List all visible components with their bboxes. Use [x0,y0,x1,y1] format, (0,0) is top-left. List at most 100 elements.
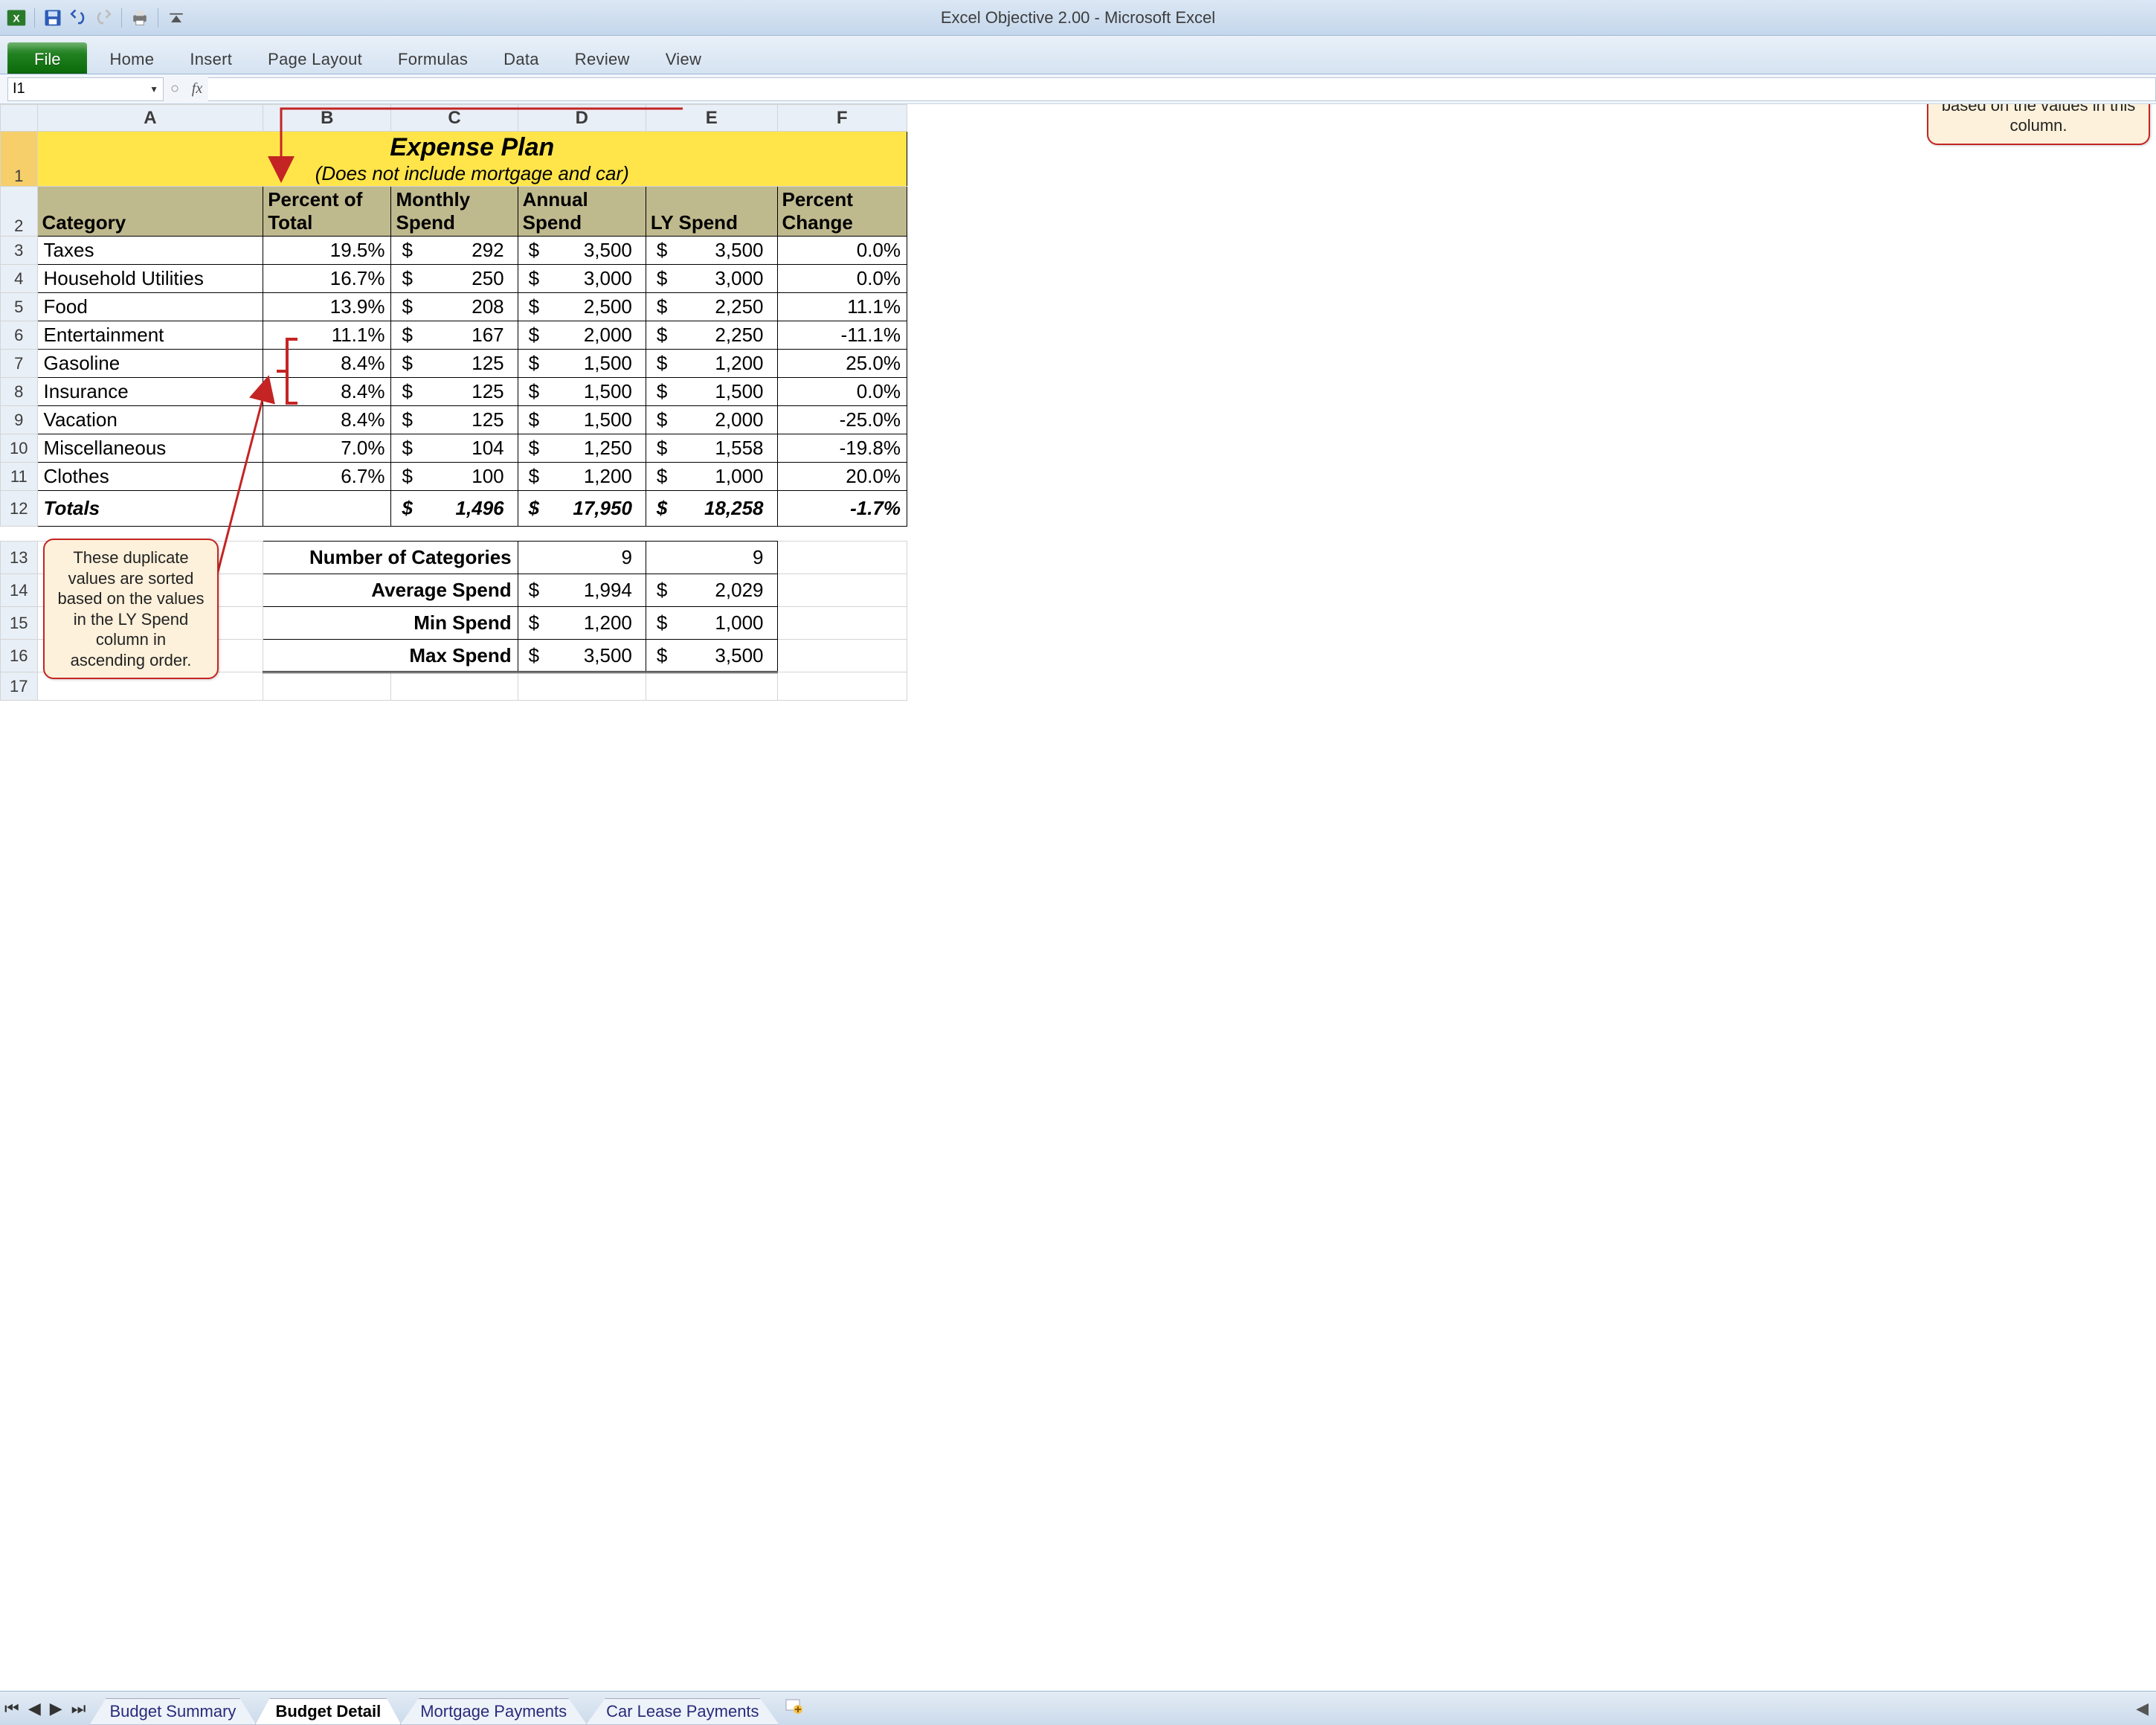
insert-sheet-icon[interactable] [785,1699,803,1718]
totals-ly[interactable]: $18,258 [646,491,777,527]
cell-category[interactable]: Food [37,293,263,321]
select-all-corner[interactable] [1,105,38,132]
cell-ly[interactable]: $1,200 [646,350,777,378]
cell-monthly[interactable]: $125 [391,378,518,406]
cell-monthly[interactable]: $167 [391,321,518,350]
print-icon[interactable] [129,7,150,28]
hdr-annual-spend[interactable]: Annual Spend [518,187,646,237]
cell-category[interactable]: Miscellaneous [37,434,263,463]
cell-pct[interactable]: 19.5% [263,237,391,265]
cell-pct[interactable]: 7.0% [263,434,391,463]
cell-monthly[interactable]: $292 [391,237,518,265]
stat-label[interactable]: Number of Categories [263,542,518,574]
rowhead-12[interactable]: 12 [1,491,38,527]
cell-pct[interactable]: 16.7% [263,265,391,293]
hscroll-left-icon[interactable]: ◀ [2128,1699,2156,1718]
totals-change[interactable]: -1.7% [777,491,907,527]
worksheet-grid[interactable]: The primary sort level is based on the v… [0,104,2156,1691]
stat-e[interactable]: 9 [646,542,777,574]
rowhead-15[interactable]: 15 [1,607,38,640]
rowhead-9[interactable]: 9 [1,406,38,434]
sheet-tab-mortgage-payments[interactable]: Mortgage Payments [400,1698,587,1725]
hdr-ly-spend[interactable]: LY Spend [646,187,777,237]
tab-review[interactable]: Review [557,42,648,74]
cell-category[interactable]: Vacation [37,406,263,434]
col-B[interactable]: B [263,105,391,132]
cell-category[interactable]: Household Utilities [37,265,263,293]
rowhead-6[interactable]: 6 [1,321,38,350]
cell-annual[interactable]: $1,500 [518,406,646,434]
cell-change[interactable]: -25.0% [777,406,907,434]
stat-d[interactable]: $3,500 [518,640,646,672]
cell-annual[interactable]: $1,500 [518,378,646,406]
rowhead-11[interactable]: 11 [1,463,38,491]
tab-nav-first-icon[interactable]: ⏮ [0,1699,24,1718]
cell-pct[interactable]: 11.1% [263,321,391,350]
rowhead-1[interactable]: 1 [1,132,38,187]
sheet-tab-budget-detail[interactable]: Budget Detail [255,1698,401,1725]
cell-category[interactable]: Gasoline [37,350,263,378]
col-A[interactable]: A [37,105,263,132]
cell-pct[interactable]: 8.4% [263,350,391,378]
cell-ly[interactable]: $3,000 [646,265,777,293]
stat-d[interactable]: $1,994 [518,574,646,607]
cell-category[interactable]: Entertainment [37,321,263,350]
totals-b[interactable] [263,491,391,527]
totals-label[interactable]: Totals [37,491,263,527]
cell-change[interactable]: 0.0% [777,237,907,265]
rowhead-3[interactable]: 3 [1,237,38,265]
stat-label[interactable]: Average Spend [263,574,518,607]
tab-nav-last-icon[interactable]: ⏭ [67,1699,91,1718]
rowhead-4[interactable]: 4 [1,265,38,293]
col-D[interactable]: D [518,105,646,132]
cell-ly[interactable]: $3,500 [646,237,777,265]
cell-category[interactable]: Insurance [37,378,263,406]
stat-e[interactable]: $2,029 [646,574,777,607]
tab-data[interactable]: Data [486,42,557,74]
cell-annual[interactable]: $3,500 [518,237,646,265]
stat-e[interactable]: $3,500 [646,640,777,672]
cell-annual[interactable]: $1,200 [518,463,646,491]
cell-monthly[interactable]: $125 [391,350,518,378]
stat-e[interactable]: $1,000 [646,607,777,640]
stat-d[interactable]: $1,200 [518,607,646,640]
qat-customize-icon[interactable] [166,7,187,28]
cell-ly[interactable]: $2,250 [646,293,777,321]
rowhead-2[interactable]: 2 [1,187,38,237]
tab-formulas[interactable]: Formulas [380,42,486,74]
cell-category[interactable]: Clothes [37,463,263,491]
name-box[interactable]: I1 ▼ [7,77,164,101]
title-cell[interactable]: Expense Plan (Does not include mortgage … [37,132,907,187]
tab-home[interactable]: Home [91,42,172,74]
tab-insert[interactable]: Insert [172,42,250,74]
hdr-category[interactable]: Category [37,187,263,237]
stat-d[interactable]: 9 [518,542,646,574]
rowhead-14[interactable]: 14 [1,574,38,607]
file-tab[interactable]: File [7,42,87,74]
cell-ly[interactable]: $1,558 [646,434,777,463]
cell-change[interactable]: 0.0% [777,378,907,406]
rowhead-10[interactable]: 10 [1,434,38,463]
cell-change[interactable]: 11.1% [777,293,907,321]
cell-annual[interactable]: $3,000 [518,265,646,293]
cell-change[interactable]: -11.1% [777,321,907,350]
cell-change[interactable]: -19.8% [777,434,907,463]
cell-pct[interactable]: 8.4% [263,406,391,434]
stat-label[interactable]: Max Spend [263,640,518,672]
rowhead-13[interactable]: 13 [1,542,38,574]
sheet-tab-car-lease-payments[interactable]: Car Lease Payments [586,1698,779,1725]
col-F[interactable]: F [777,105,907,132]
cell-annual[interactable]: $2,500 [518,293,646,321]
cell-category[interactable]: Taxes [37,237,263,265]
rowhead-16[interactable]: 16 [1,640,38,672]
cell-ly[interactable]: $1,500 [646,378,777,406]
rowhead-7[interactable]: 7 [1,350,38,378]
cell-monthly[interactable]: $250 [391,265,518,293]
totals-annual[interactable]: $17,950 [518,491,646,527]
rowhead-5[interactable]: 5 [1,293,38,321]
cell-ly[interactable]: $2,000 [646,406,777,434]
cell-pct[interactable]: 6.7% [263,463,391,491]
rowhead-8[interactable]: 8 [1,378,38,406]
chevron-down-icon[interactable]: ▼ [149,84,158,94]
cell-annual[interactable]: $1,500 [518,350,646,378]
